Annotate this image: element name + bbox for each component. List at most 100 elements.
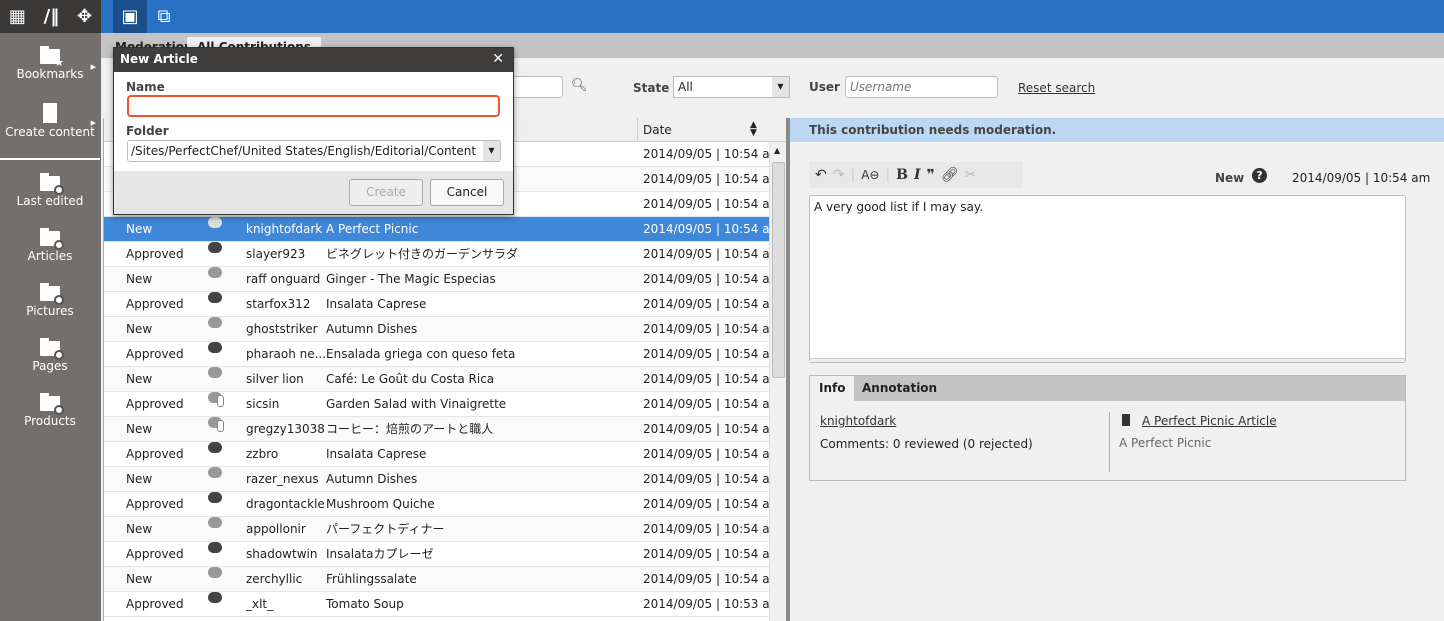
row-state: Approved	[126, 397, 184, 411]
chevron-down-icon: ▼	[483, 141, 500, 161]
username-input[interactable]	[845, 76, 998, 98]
row-user: silver lion	[246, 372, 304, 386]
help-icon[interactable]: ?	[1252, 168, 1267, 183]
table-row[interactable]: New raff onguard Ginger - The Magic Especi…	[104, 267, 781, 292]
row-user: raff onguard	[246, 272, 321, 286]
row-date: 2014/09/05 | 10:54 am	[643, 422, 782, 436]
resize-handle[interactable]	[810, 358, 1405, 362]
table-row[interactable]: New knightofdark A Perfect Picnic 2014/09/0…	[104, 217, 781, 242]
tab-annotation[interactable]: Annotation	[853, 376, 946, 401]
approved-comment-icon	[208, 442, 223, 454]
bold-icon[interactable]: B	[896, 167, 908, 183]
name-input[interactable]	[127, 95, 500, 117]
comment-attachment-icon	[208, 417, 224, 432]
scroll-up-icon[interactable]: ▲	[774, 146, 780, 155]
spellcheck-icon[interactable]: A⊖	[861, 168, 879, 182]
table-row[interactable]: Approved starfox312 Insalata Caprese 2014/0…	[104, 292, 781, 317]
comment-icon	[208, 267, 222, 278]
table-row[interactable]: Approved _xlt_ Tomato Soup 2014/09/05 | 10:…	[104, 592, 781, 617]
new-window-icon[interactable]: ⧉	[147, 0, 181, 33]
row-user: dragontackle	[246, 497, 325, 511]
table-row[interactable]: New appollonir パーフェクトディナー 2014/09/05 | 10:5…	[104, 517, 781, 542]
row-state: Approved	[126, 597, 184, 611]
table-row[interactable]: Approved pharaoh ne...Ensalada griega con…	[104, 342, 781, 367]
date-column-header[interactable]: Date	[643, 123, 672, 137]
table-row[interactable]: New gregzy13038 コーヒー：焙煎のアートと職人 2014/09/05 |…	[104, 417, 781, 442]
comment-icon	[208, 467, 222, 478]
row-user: shadowtwin	[246, 547, 318, 561]
row-title: Autumn Dishes	[326, 472, 418, 486]
comment-icon	[208, 217, 222, 228]
row-title: Insalata Caprese	[326, 297, 427, 311]
quote-icon[interactable]: ❞	[927, 167, 935, 183]
sidebar-item-articles[interactable]: Articles	[0, 227, 100, 263]
article-icon	[1122, 414, 1130, 426]
folder-search-icon	[38, 227, 64, 250]
apps-grid-icon[interactable]: ▦	[9, 6, 26, 27]
cancel-button[interactable]: Cancel	[430, 179, 504, 206]
comment-editor[interactable]: A very good list if I may say.	[809, 195, 1406, 363]
submenu-arrow-icon: ▶	[90, 119, 96, 127]
row-date: 2014/09/05 | 10:54 am	[643, 147, 782, 161]
sidebar-item-pictures[interactable]: Pictures	[0, 282, 100, 318]
new-content-icon[interactable]: ▣	[113, 0, 147, 33]
table-row[interactable]: Approved dragontackleMushroom Quiche 2014/…	[104, 492, 781, 517]
sidebar-item-last-edited[interactable]: Last edited	[0, 172, 100, 208]
comment-icon	[208, 517, 222, 528]
row-user: ghoststriker	[246, 322, 318, 336]
sidebar-item-pages[interactable]: Pages	[0, 337, 100, 373]
unlink-icon[interactable]: ✂	[965, 167, 977, 183]
name-label: Name	[126, 80, 165, 94]
row-title: コーヒー：焙煎のアートと職人	[326, 422, 494, 436]
sidebar-item-label: Pages	[32, 359, 68, 373]
table-row[interactable]: Approved sicsin Garden Salad with Vinaigre…	[104, 392, 781, 417]
undo-icon[interactable]: ↶	[815, 167, 827, 183]
create-button[interactable]: Create	[349, 179, 423, 206]
table-row[interactable]: Approved zzbro Insalata Caprese 2014/09/05 …	[104, 442, 781, 467]
sidebar-item-products[interactable]: Products	[0, 392, 100, 428]
table-row[interactable]: New ghoststriker Autumn Dishes 2014/09/05 |…	[104, 317, 781, 342]
dialog-title-bar: New Article ✕	[114, 48, 513, 72]
folder-search-icon	[38, 282, 64, 305]
navigate-icon[interactable]: ✥	[77, 6, 92, 27]
scrollbar-thumb[interactable]	[772, 162, 785, 378]
close-icon[interactable]: ✕	[492, 51, 504, 67]
folder-select[interactable]: /Sites/PerfectChef/United States/English…	[127, 140, 501, 162]
row-user: knightofdark	[246, 222, 323, 236]
state-label: State	[633, 81, 670, 95]
table-row[interactable]: Approved slayer923 ビネグレット付きのガーデンサラダ 2014/09…	[104, 242, 781, 267]
redo-icon[interactable]: ↷	[833, 167, 845, 183]
row-date: 2014/09/05 | 10:54 am	[643, 322, 782, 336]
article-link[interactable]: A Perfect Picnic Article	[1142, 414, 1277, 428]
row-user: sicsin	[246, 397, 280, 411]
row-title: ビネグレット付きのガーデンサラダ	[326, 247, 519, 261]
sidebar-item-label: Create content	[5, 125, 95, 139]
dialog-footer: Create Cancel	[114, 171, 513, 214]
table-row[interactable]: Approved shadowtwin Insalataカプレーゼ 2014/09/0…	[104, 542, 781, 567]
table-row[interactable]: New zerchyllic Frühlingssalate 2014/09/05 |…	[104, 567, 781, 592]
sidebar-item-bookmarks[interactable]: ★ Bookmarks ▶	[0, 45, 100, 81]
table-row[interactable]: New razer_nexus Autumn Dishes 2014/09/05 | …	[104, 467, 781, 492]
scrollbar[interactable]: ▲	[769, 142, 786, 621]
row-date: 2014/09/05 | 10:54 am	[643, 572, 782, 586]
folder-label: Folder	[126, 124, 169, 138]
state-select[interactable]: All ▼	[673, 76, 790, 98]
table-row[interactable]: New silver lion Café: Le Goût du Costa Ric…	[104, 367, 781, 392]
link-icon[interactable]: 🔗︎	[941, 167, 959, 183]
row-date: 2014/09/05 | 10:54 am	[643, 497, 782, 511]
row-date: 2014/09/05 | 10:54 am	[643, 472, 782, 486]
author-link[interactable]: knightofdark	[820, 414, 896, 428]
folder-search-icon	[38, 172, 64, 195]
submenu-arrow-icon: ▶	[90, 63, 96, 71]
sort-icon[interactable]: ▲ ▼	[750, 121, 757, 138]
reset-search-link[interactable]: Reset search	[1018, 81, 1095, 95]
sidebar-item-label: Pictures	[26, 304, 74, 318]
search-icon[interactable]: 🔍︎	[571, 78, 588, 93]
row-user: _xlt_	[246, 597, 274, 611]
tab-info[interactable]: Info	[810, 376, 855, 401]
italic-icon[interactable]: I	[914, 167, 921, 183]
library-icon[interactable]: /‖	[44, 6, 60, 27]
sidebar-item-create-content[interactable]: Create content ▶	[0, 103, 100, 139]
row-date: 2014/09/05 | 10:54 am	[643, 447, 782, 461]
row-title: Ensalada griega con queso feta	[326, 347, 516, 361]
